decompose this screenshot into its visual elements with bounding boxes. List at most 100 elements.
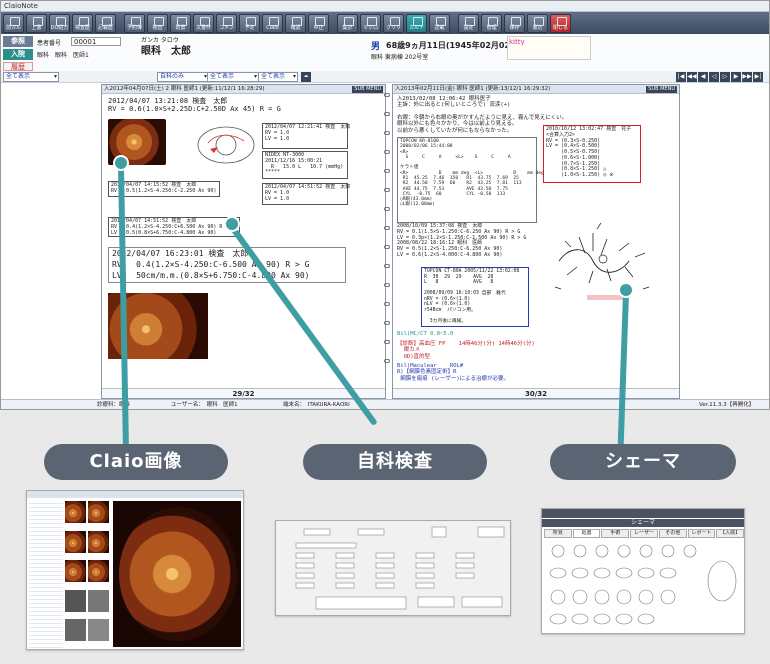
inpatient-tab[interactable]: 入院 bbox=[3, 49, 33, 60]
schema-tab-0[interactable]: 所見 bbox=[544, 529, 572, 538]
toolbar-button-prev-chart[interactable]: 前カルテ bbox=[3, 13, 24, 58]
schema-tab-1[interactable]: 処置 bbox=[572, 529, 601, 538]
toolbar-button-write2[interactable]: 書込 bbox=[527, 13, 548, 33]
toolbar-button-chart[interactable]: カルテ bbox=[406, 13, 427, 33]
exam-large-lv: LV 50cm/m.m.(0.8×S+6.750:C-4.800 Ax 90) bbox=[112, 271, 310, 280]
patient-id-field[interactable]: 00001 bbox=[71, 37, 121, 46]
toolbar-button-schedule[interactable]: 予定 bbox=[239, 13, 260, 33]
last-page-icon[interactable]: ▶| bbox=[753, 72, 763, 82]
prev-page-icon[interactable]: ◀ bbox=[698, 72, 708, 82]
collapse-icon[interactable]: ⏶ bbox=[301, 72, 311, 82]
eye-schema-drawing[interactable] bbox=[194, 119, 258, 171]
toolbar-button-confirm[interactable]: 確認 bbox=[285, 13, 306, 33]
toolbar-button-summary[interactable]: 集計 bbox=[337, 13, 358, 33]
schema-tab-6[interactable]: 【入院】 bbox=[716, 529, 744, 538]
exam-box-large[interactable]: 2012/04/07 16:23:01 検査 太郎 RV 0.4(1.2×S-4… bbox=[108, 247, 346, 283]
exam-form-thumbnail[interactable] bbox=[275, 520, 511, 616]
next-many-icon[interactable]: ▶▶ bbox=[742, 72, 752, 82]
toolbar-button-comment[interactable]: コメント bbox=[216, 13, 237, 58]
schema-thumbnail[interactable]: シェーマ 所見 処置 手術 レーザー その他 レポート 【入院】 bbox=[541, 508, 745, 634]
ref-tab[interactable]: 参照 bbox=[3, 36, 33, 47]
patient-name: 眼科 太郎 bbox=[141, 46, 191, 57]
left-sec1-text: RV = 0.6(1.0×S+2.25D:C+2.50D Ax 45) R = … bbox=[108, 105, 281, 113]
toolbar-button-save[interactable]: 保存 bbox=[504, 13, 525, 33]
exam-large-rv: RV 0.4(1.2×S-4.250:C-6.500 Ax 90) R > G bbox=[112, 260, 310, 269]
exam-box-5-text: 2012/04/07 14:51:52 検査 太郎 RV = 0.4(1.2×S… bbox=[111, 218, 234, 236]
schema-tab-2[interactable]: 手術 bbox=[601, 529, 630, 538]
schema-tab-5[interactable]: レポート bbox=[687, 529, 716, 538]
toolbar-button-write[interactable]: 記載 bbox=[429, 13, 450, 33]
exam-box-4-text: 2012/04/07 14:15:52 検査 太郎 RV = 0.5(1.2×S… bbox=[111, 182, 217, 194]
blue-exam-text: TOPCON CT-80A 2005/11/22 13:02:08 R 30 2… bbox=[424, 269, 520, 324]
patient-address: 眼科 東病棟 202号室 bbox=[371, 54, 429, 61]
jika-exam-label: 自科検査 bbox=[303, 444, 487, 480]
toolbar-button-macro[interactable]: マクロ bbox=[360, 13, 381, 33]
left-sec1-title: 2012/04/07 13:21:08 検査 太郎 bbox=[108, 97, 228, 105]
toolbar-button-clip[interactable]: クリップ bbox=[383, 13, 404, 58]
diagnosis-text: 【診断】高血圧 FP 14時46分(分) 14時46分(分) 眼カメ OD)直的… bbox=[397, 341, 535, 360]
callout-dot-jika bbox=[224, 216, 240, 232]
schema-tab-3[interactable]: レーザー bbox=[630, 529, 658, 538]
claio-image-thumbnail[interactable] bbox=[26, 490, 244, 650]
toolbar-button-overwrite[interactable]: 上書 bbox=[26, 13, 47, 33]
prev-many-icon[interactable]: ◀◀ bbox=[687, 72, 697, 82]
right-sub-menu-button[interactable]: SUB MENU bbox=[646, 86, 677, 93]
right-chart-page[interactable]: 入2013年02月11日(金) 眼科 医師1 (更新:13/12/1 16:29… bbox=[392, 84, 680, 399]
status-bar: 診療科：眼科 ユーザー名： 眼科 医師1 端末名： ITAKURA-KAORI … bbox=[1, 399, 769, 409]
toolbar-button-claio[interactable]: Claio bbox=[262, 13, 283, 33]
next-page-icon[interactable]: ▶ bbox=[731, 72, 741, 82]
status-version: Ver.11.3.3【再開化】 bbox=[699, 402, 755, 408]
red-exam-box[interactable]: 2010/10/12 13:02:47 検査 花子 <合算入力2> RV = (… bbox=[543, 125, 641, 183]
notebook-rings bbox=[384, 93, 390, 393]
page-nav: |◀ ◀◀ ◀ ◁ ▷ ▶ ▶▶ ▶| bbox=[676, 72, 763, 82]
exam-box-5[interactable]: 2012/04/07 14:51:52 検査 太郎 RV = 0.4(1.2×S… bbox=[108, 217, 240, 237]
left-sub-menu-button[interactable]: SUB MENU bbox=[352, 86, 383, 93]
main-toolbar: 前カルテ上書DO処方検査歴記載歴予約簿検査処置文書作成コメント予定Claio確認… bbox=[1, 12, 769, 58]
exam-box-3-text: 2012/04/07 14:51:52 検査 太郎 RV = 1.0 LV = … bbox=[265, 184, 351, 202]
left-header-text: 入2012年04月07日(土) 2 眼科 医師1 (更新:11/12/1 16:… bbox=[104, 86, 265, 92]
topcon-kr-box[interactable]: TOPCON KR-8100 2008/02/06 15:44:08 <R> S… bbox=[397, 137, 544, 223]
schema-drawing[interactable] bbox=[549, 217, 659, 303]
patient-memo[interactable]: kitty bbox=[507, 36, 591, 60]
patient-header: 参照 入院 履歴 患者番号 00001 ガンカ タロウ 眼科 太郎 眼科 眼科 … bbox=[1, 34, 769, 72]
toolbar-button-exam-history[interactable]: 検査歴 bbox=[72, 13, 93, 33]
teal-exam-line: Bil)MC/CT 0.8~5.0 bbox=[397, 331, 454, 337]
schema-thumb-title: シェーマ bbox=[542, 519, 744, 527]
patient-sex: 男 bbox=[371, 42, 381, 52]
exam-box-3[interactable]: 2012/04/07 14:51:52 検査 太郎 RV = 1.0 LV = … bbox=[262, 183, 351, 205]
blue-exam-box[interactable]: TOPCON CT-80A 2005/11/22 13:02:08 R 30 2… bbox=[421, 267, 529, 327]
schema-tab-4[interactable]: その他 bbox=[658, 529, 687, 538]
left-page-number: 29/32 bbox=[102, 388, 385, 398]
filter-select-1[interactable]: 全て表示 bbox=[3, 72, 59, 82]
toolbar-button-close[interactable]: 閉じる bbox=[550, 13, 571, 33]
toolbar-button-exam[interactable]: 検査 bbox=[147, 13, 168, 33]
toolbar-button-stop[interactable]: 中止 bbox=[308, 13, 329, 33]
callout-dot-schema bbox=[618, 282, 634, 298]
filter-select-2[interactable]: 自科のみ bbox=[157, 72, 209, 82]
first-page-icon[interactable]: |◀ bbox=[676, 72, 686, 82]
tonometer-box[interactable]: NIDEX NT-3000 2011/12/16 15:00:21 R 15.0… bbox=[262, 151, 348, 179]
callout-dot-claio bbox=[113, 155, 129, 171]
schema-thumb-tabs: 所見 処置 手術 レーザー その他 レポート 【入院】 bbox=[544, 529, 744, 538]
exam-large-title: 2012/04/07 16:23:01 検査 太郎 bbox=[112, 249, 249, 258]
toolbar-button-treatment[interactable]: 処置 bbox=[170, 13, 191, 33]
right-page-header: 入2013年02月11日(金) 眼科 医師1 (更新:13/12/1 16:29… bbox=[393, 85, 679, 94]
toolbar-button-record-history[interactable]: 記載歴 bbox=[95, 13, 116, 33]
patient-id-label: 患者番号 bbox=[37, 40, 62, 47]
toolbar-button-document[interactable]: 文書作成 bbox=[193, 13, 214, 58]
filter-select-4[interactable]: 全て表示 bbox=[258, 72, 298, 82]
toolbar-button-gear[interactable]: 設定 bbox=[458, 13, 479, 33]
exam-box-1[interactable]: 2012/04/07 12:21:41 検査 太郎 RV = 1.0 LV = … bbox=[262, 123, 350, 149]
toolbar-button-admin[interactable]: 管理 bbox=[481, 13, 502, 33]
next-one-icon[interactable]: ▷ bbox=[720, 72, 730, 82]
prev-one-icon[interactable]: ◁ bbox=[709, 72, 719, 82]
right-page-number: 30/32 bbox=[393, 388, 679, 398]
right-header-text: 入2013年02月11日(金) 眼科 医師1 (更新:13/12/1 16:29… bbox=[395, 86, 551, 92]
toolbar-button-do[interactable]: DO処方 bbox=[49, 13, 70, 33]
filter-select-3[interactable]: 全て表示 bbox=[207, 72, 259, 82]
claionote-window: ClaioNote 前カルテ上書DO処方検査歴記載歴予約簿検査処置文書作成コメン… bbox=[0, 0, 770, 410]
toolbar-button-reservation[interactable]: 予約簿 bbox=[124, 13, 145, 33]
topcon-kr-text: TOPCON KR-8100 2008/02/06 15:44:08 <R> S… bbox=[400, 139, 544, 208]
exam-box-4[interactable]: 2012/04/07 14:15:52 検査 太郎 RV = 0.5(1.2×S… bbox=[108, 181, 220, 197]
history-tab[interactable]: 履歴 bbox=[3, 62, 33, 71]
